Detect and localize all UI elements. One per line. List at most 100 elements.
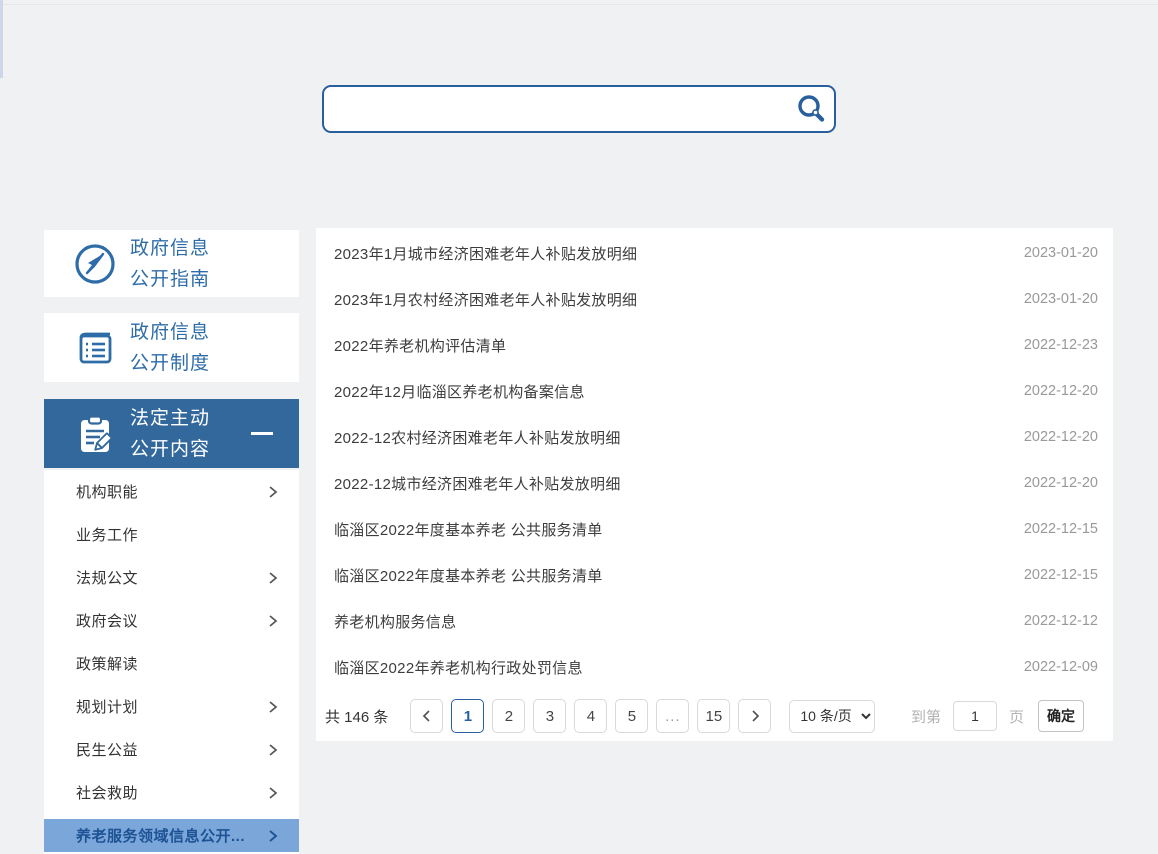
list-item[interactable]: 2023年1月城市经济困难老年人补贴发放明细 2023-01-20 xyxy=(316,230,1113,276)
sidebar-item-agency-functions[interactable]: 机构职能 xyxy=(44,470,299,513)
sidebar-item-policy-interpretation[interactable]: 政策解读 xyxy=(44,642,299,685)
list-item[interactable]: 临淄区2022年度基本养老 公共服务清单 2022-12-15 xyxy=(316,552,1113,598)
search-button[interactable] xyxy=(790,88,832,130)
menu-item-label: 民生公益 xyxy=(76,739,138,760)
goto-suffix-label: 页 xyxy=(1009,706,1024,727)
list-item-title[interactable]: 2022年养老机构评估清单 xyxy=(334,335,506,356)
sidebar-item-statutory-disclosure[interactable]: 法定主动 公开内容 xyxy=(44,399,299,468)
list-item[interactable]: 临淄区2022年养老机构行政处罚信息 2022-12-09 xyxy=(316,644,1113,690)
sidebar-item-elderly-care-disclosure[interactable]: 养老服务领域信息公开... xyxy=(44,819,299,852)
goto-page-group: 到第 页 确定 xyxy=(911,700,1084,732)
list-item-title[interactable]: 养老机构服务信息 xyxy=(334,611,456,632)
list-item-title[interactable]: 2022-12农村经济困难老年人补贴发放明细 xyxy=(334,427,621,448)
list-item-date: 2022-12-15 xyxy=(1024,521,1098,537)
list-item-date: 2022-12-12 xyxy=(1024,613,1098,629)
list-item-date: 2022-12-20 xyxy=(1024,475,1098,491)
label-line1: 政府信息 xyxy=(130,322,210,343)
sidebar-item-label: 政府信息 公开制度 xyxy=(130,317,210,379)
list-item-title[interactable]: 2022年12月临淄区养老机构备案信息 xyxy=(334,381,585,402)
list-item-date: 2022-12-20 xyxy=(1024,383,1098,399)
sidebar-item-government-meetings[interactable]: 政府会议 xyxy=(44,599,299,642)
book-icon xyxy=(72,325,118,371)
sidebar-item-social-assistance[interactable]: 社会救助 xyxy=(44,771,299,814)
list-item-date: 2023-01-20 xyxy=(1024,245,1098,261)
top-hairline xyxy=(0,4,1158,5)
next-page-button[interactable] xyxy=(738,699,771,733)
search-input[interactable] xyxy=(324,87,790,131)
label-line2: 公开制度 xyxy=(130,353,210,374)
page-button-15[interactable]: 15 xyxy=(697,699,730,733)
page-ellipsis-button[interactable]: ... xyxy=(656,699,689,733)
page-button-4[interactable]: 4 xyxy=(574,699,607,733)
chevron-right-icon xyxy=(265,613,281,629)
list-item-date: 2022-12-09 xyxy=(1024,659,1098,675)
menu-item-label: 法规公文 xyxy=(76,567,138,588)
prev-page-button[interactable] xyxy=(410,699,443,733)
chevron-right-icon xyxy=(265,699,281,715)
search-icon xyxy=(795,93,827,125)
page-button-1[interactable]: 1 xyxy=(451,699,484,733)
list-item[interactable]: 2022年12月临淄区养老机构备案信息 2022-12-20 xyxy=(316,368,1113,414)
chevron-right-icon xyxy=(265,570,281,586)
menu-item-label: 政策解读 xyxy=(76,653,138,674)
chevron-left-icon xyxy=(419,708,435,724)
list-item[interactable]: 2022年养老机构评估清单 2022-12-23 xyxy=(316,322,1113,368)
chevron-right-icon xyxy=(265,742,281,758)
clipboard-icon xyxy=(72,411,118,457)
list-item-date: 2023-01-20 xyxy=(1024,291,1098,307)
total-count-label: 共 146 条 xyxy=(325,706,388,727)
page: { "search": { "value": "", "placeholder"… xyxy=(0,0,1158,854)
sidebar-item-regulations[interactable]: 法规公文 xyxy=(44,556,299,599)
menu-item-label: 社会救助 xyxy=(76,782,138,803)
list-item[interactable]: 临淄区2022年度基本养老 公共服务清单 2022-12-15 xyxy=(316,506,1113,552)
left-edge-strip xyxy=(0,0,3,78)
article-list: 2023年1月城市经济困难老年人补贴发放明细 2023-01-20 2023年1… xyxy=(316,230,1113,690)
sidebar-item-disclosure-system[interactable]: 政府信息 公开制度 xyxy=(44,313,299,382)
menu-item-label: 养老服务领域信息公开... xyxy=(76,825,245,846)
menu-item-label: 政府会议 xyxy=(76,610,138,631)
chevron-right-icon xyxy=(265,785,281,801)
list-item-title[interactable]: 2023年1月城市经济困难老年人补贴发放明细 xyxy=(334,243,637,264)
label-line1: 政府信息 xyxy=(130,238,210,259)
list-item-title[interactable]: 2023年1月农村经济困难老年人补贴发放明细 xyxy=(334,289,637,310)
sidebar-menu: 机构职能 业务工作 法规公文 政府会议 政策解读 规划计划 xyxy=(44,470,299,854)
sidebar-item-livelihood-welfare[interactable]: 民生公益 xyxy=(44,728,299,771)
sidebar-item-label: 法定主动 公开内容 xyxy=(130,403,210,465)
list-item[interactable]: 养老机构服务信息 2022-12-12 xyxy=(316,598,1113,644)
page-button-3[interactable]: 3 xyxy=(533,699,566,733)
list-item-date: 2022-12-20 xyxy=(1024,429,1098,445)
page-button-5[interactable]: 5 xyxy=(615,699,648,733)
page-size-select[interactable]: 10 条/页 xyxy=(789,700,875,733)
sidebar-item-business-work[interactable]: 业务工作 xyxy=(44,513,299,556)
menu-item-label: 业务工作 xyxy=(76,524,138,545)
chevron-right-icon xyxy=(265,484,281,500)
collapse-minus-icon[interactable] xyxy=(251,432,273,435)
page-button-2[interactable]: 2 xyxy=(492,699,525,733)
chevron-right-icon xyxy=(747,708,763,724)
confirm-button[interactable]: 确定 xyxy=(1038,700,1084,732)
pagination-bar: 共 146 条 1 2 3 4 5 ... 15 10 条/页 到第 页 确定 xyxy=(316,698,1113,734)
label-line2: 公开指南 xyxy=(130,269,210,290)
list-item-title[interactable]: 2022-12城市经济困难老年人补贴发放明细 xyxy=(334,473,621,494)
list-item-date: 2022-12-15 xyxy=(1024,567,1098,583)
list-item-title[interactable]: 临淄区2022年度基本养老 公共服务清单 xyxy=(334,565,603,586)
search-bar xyxy=(322,85,836,133)
menu-item-label: 机构职能 xyxy=(76,481,138,502)
content-panel: 2023年1月城市经济困难老年人补贴发放明细 2023-01-20 2023年1… xyxy=(316,228,1113,741)
list-item-title[interactable]: 临淄区2022年度基本养老 公共服务清单 xyxy=(334,519,603,540)
sidebar-item-label: 政府信息 公开指南 xyxy=(130,233,210,295)
sidebar-item-planning[interactable]: 规划计划 xyxy=(44,685,299,728)
list-item-title[interactable]: 临淄区2022年养老机构行政处罚信息 xyxy=(334,657,583,678)
chevron-right-icon xyxy=(265,828,281,844)
list-item-date: 2022-12-23 xyxy=(1024,337,1098,353)
compass-icon xyxy=(72,241,118,287)
goto-page-input[interactable] xyxy=(953,701,997,731)
label-line1: 法定主动 xyxy=(130,408,210,429)
goto-prefix-label: 到第 xyxy=(911,706,941,727)
sidebar-item-disclosure-guide[interactable]: 政府信息 公开指南 xyxy=(44,230,299,297)
list-item[interactable]: 2023年1月农村经济困难老年人补贴发放明细 2023-01-20 xyxy=(316,276,1113,322)
list-item[interactable]: 2022-12农村经济困难老年人补贴发放明细 2022-12-20 xyxy=(316,414,1113,460)
label-line2: 公开内容 xyxy=(130,439,210,460)
list-item[interactable]: 2022-12城市经济困难老年人补贴发放明细 2022-12-20 xyxy=(316,460,1113,506)
menu-item-label: 规划计划 xyxy=(76,696,138,717)
